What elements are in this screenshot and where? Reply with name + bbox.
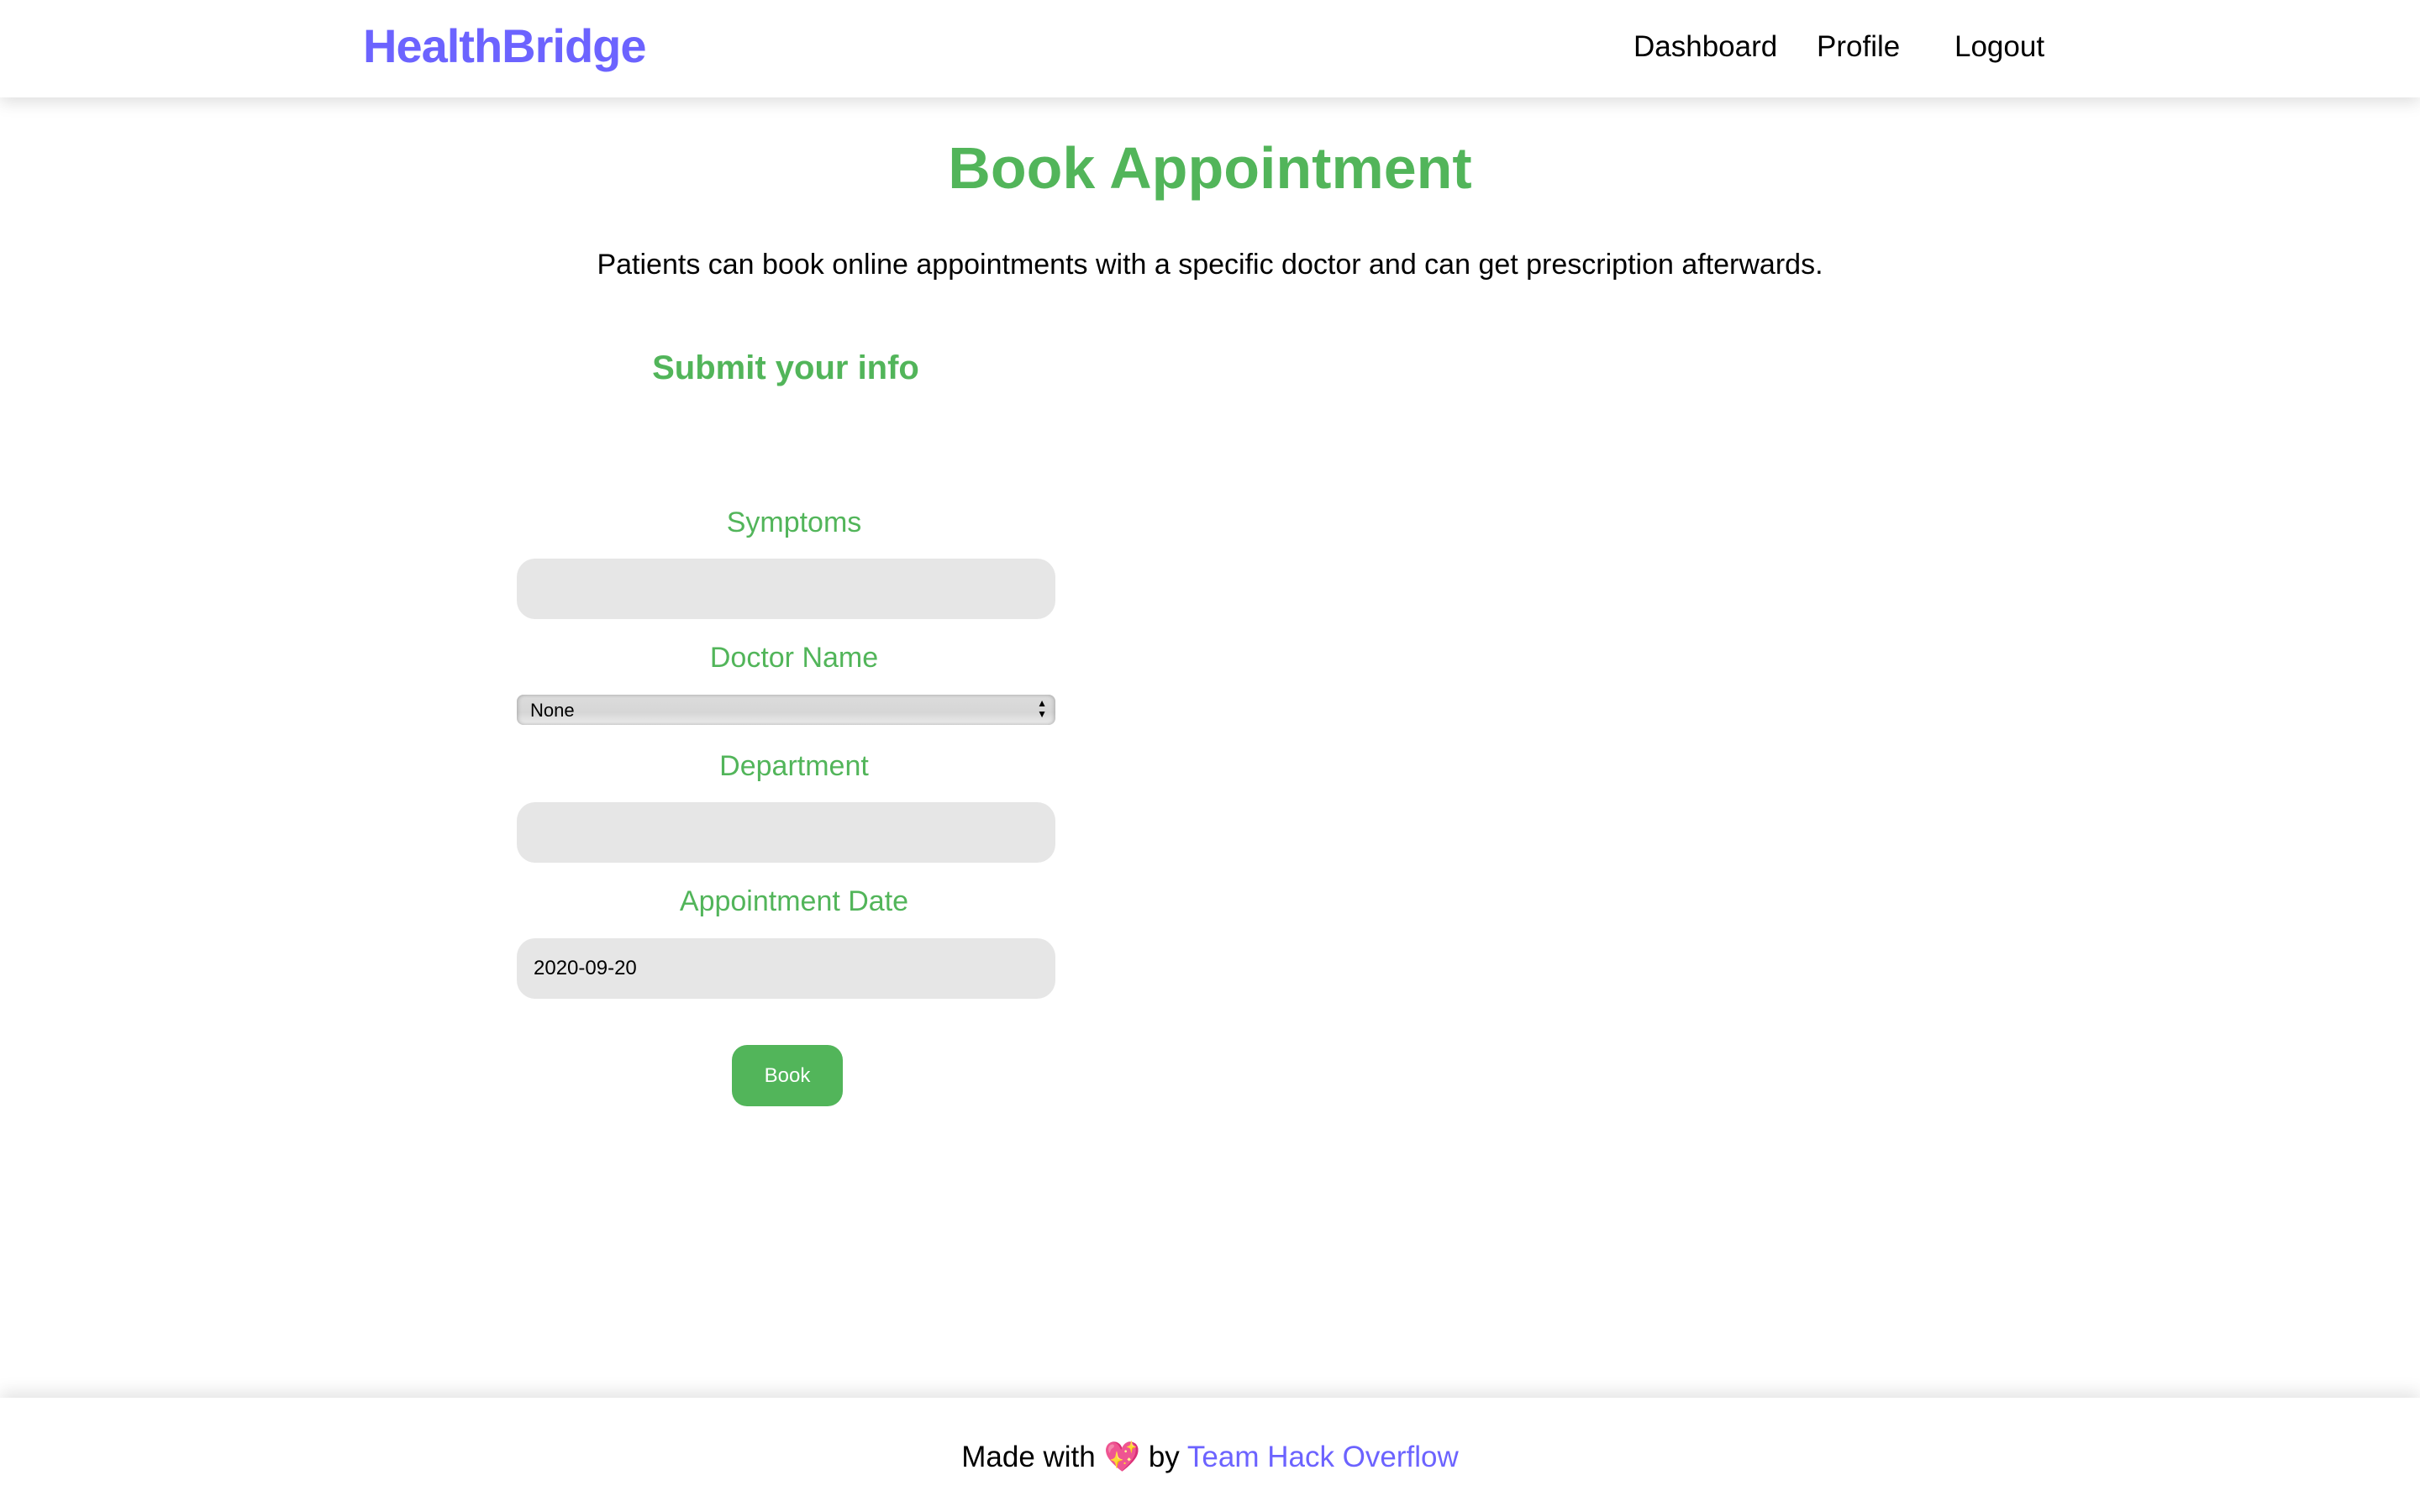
department-input[interactable] <box>517 802 1055 863</box>
book-button[interactable]: Book <box>732 1045 843 1106</box>
team-link[interactable]: Team Hack Overflow <box>1187 1441 1459 1473</box>
navbar: HealthBridge Dashboard Profile Logout <box>0 0 2420 97</box>
footer-by: by <box>1148 1441 1180 1473</box>
department-label: Department <box>719 750 869 782</box>
nav-dashboard[interactable]: Dashboard <box>1634 30 1777 64</box>
appointment-date-label: Appointment Date <box>679 885 909 917</box>
page-title: Book Appointment <box>948 135 1472 201</box>
nav-logout[interactable]: Logout <box>1954 30 2044 64</box>
nav-profile[interactable]: Profile <box>1817 30 1900 64</box>
symptoms-input[interactable] <box>517 559 1055 619</box>
symptoms-label: Symptoms <box>726 507 862 538</box>
page-description: Patients can book online appointments wi… <box>597 249 1823 281</box>
footer: Made with 💖 by Team Hack Overflow <box>0 1398 2420 1512</box>
footer-text: Made with 💖 by Team Hack Overflow <box>0 1440 2420 1474</box>
logo[interactable]: HealthBridge <box>363 18 646 73</box>
form-title: Submit your info <box>652 349 919 386</box>
doctor-name-label: Doctor Name <box>709 642 879 674</box>
footer-prefix: Made with <box>961 1441 1096 1473</box>
doctor-selected-value: None <box>530 700 575 721</box>
appointment-date-input[interactable] <box>517 938 1055 999</box>
sparkling-heart-icon: 💖 <box>1103 1441 1141 1473</box>
select-arrows-icon: ▲ ▼ <box>1037 697 1047 720</box>
doctor-name-select[interactable]: None ▲ ▼ <box>517 695 1055 725</box>
